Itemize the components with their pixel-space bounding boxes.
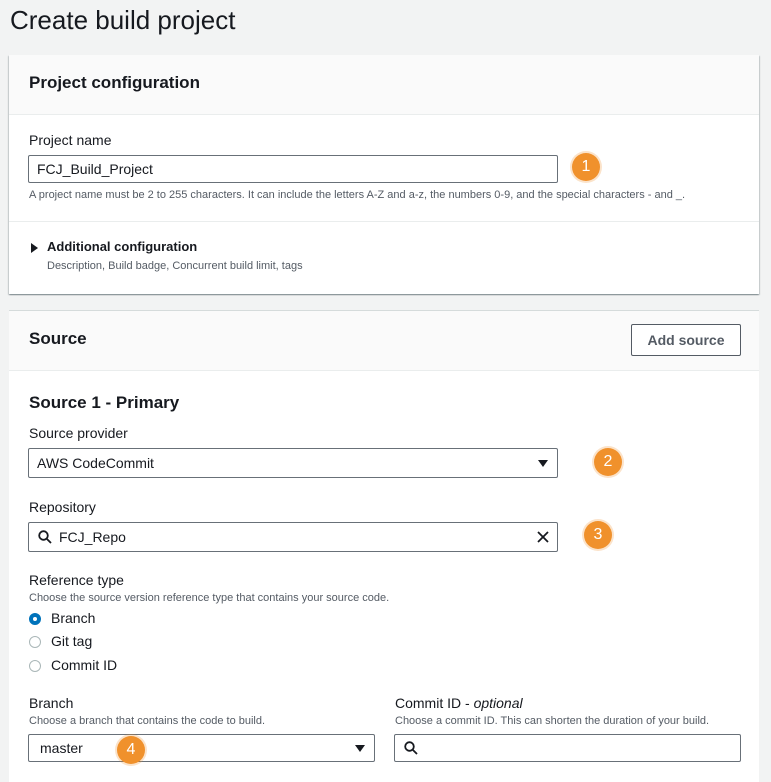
commit-id-desc: Choose a commit ID. This can shorten the… [395,715,710,727]
repository-label: Repository [29,499,96,515]
commit-id-label-text: Commit ID [395,695,462,711]
caret-right-icon [31,243,38,253]
radio-branch-label[interactable]: Branch [51,610,95,626]
project-name-hint: A project name must be 2 to 255 characte… [29,189,686,201]
radio-git-tag[interactable] [29,636,41,648]
search-icon [38,530,52,544]
project-configuration-panel: Project configuration Project name FCJ_B… [9,55,759,294]
additional-configuration-toggle[interactable]: Additional configuration [29,239,329,257]
radio-git-tag-label[interactable]: Git tag [51,633,92,649]
reference-type-label: Reference type [29,572,124,588]
source-heading: Source [29,329,87,348]
additional-configuration-label: Additional configuration [47,239,198,254]
caret-down-icon [355,745,365,752]
commit-id-label: Commit ID - optional [395,695,523,711]
add-source-button[interactable]: Add source [631,324,741,356]
caret-down-icon [538,460,548,467]
page-title: Create build project [10,5,236,35]
project-configuration-heading: Project configuration [29,73,200,92]
radio-commit-id-label[interactable]: Commit ID [51,657,117,673]
commit-id-separator: - [461,695,474,711]
source-header: Source Add source [9,311,759,371]
branch-value: master [40,740,83,756]
callout-2: 2 [594,448,622,476]
source-panel: Source Add source Source 1 - Primary Sou… [9,310,759,782]
branch-desc: Choose a branch that contains the code t… [29,715,266,727]
source-provider-value: AWS CodeCommit [37,455,154,471]
repository-value: FCJ_Repo [59,529,126,545]
reference-type-desc: Choose the source version reference type… [29,592,390,604]
commit-id-optional: optional [473,695,523,711]
source-primary-heading: Source 1 - Primary [29,393,180,412]
branch-label: Branch [29,695,74,711]
callout-1: 1 [572,153,600,181]
callout-3: 3 [584,521,612,549]
source-provider-select[interactable]: AWS CodeCommit [28,448,558,478]
close-icon[interactable] [537,531,549,543]
radio-branch[interactable] [29,613,41,625]
project-configuration-header: Project configuration [9,55,759,115]
additional-configuration-desc: Description, Build badge, Concurrent bui… [47,260,303,272]
project-name-input[interactable]: FCJ_Build_Project [28,155,558,183]
search-icon [404,741,418,755]
project-name-label: Project name [29,132,112,148]
commit-id-input[interactable] [394,734,741,762]
source-provider-label: Source provider [29,425,128,441]
callout-4: 4 [117,736,145,764]
repository-input[interactable]: FCJ_Repo [28,522,558,552]
branch-select[interactable]: master [28,734,375,762]
radio-commit-id[interactable] [29,660,41,672]
section-divider [9,221,759,222]
